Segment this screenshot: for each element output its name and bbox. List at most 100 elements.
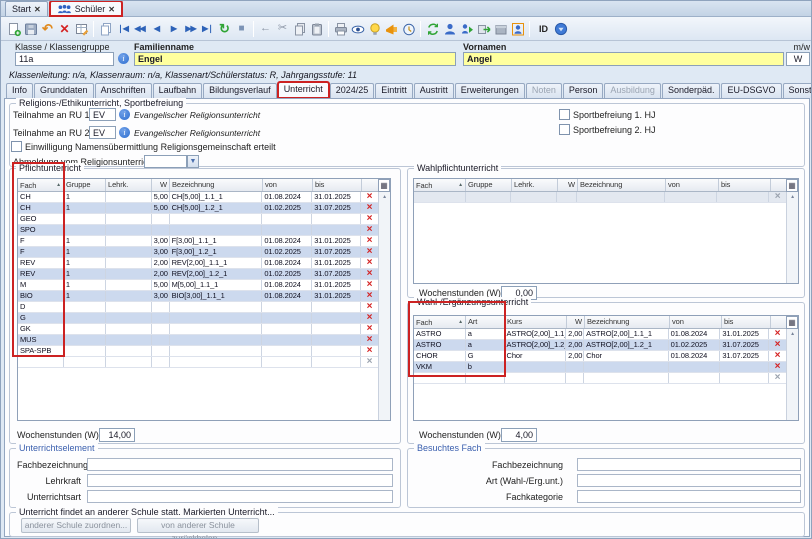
table-cell[interactable]	[64, 324, 106, 334]
tab-info[interactable]: Info	[6, 83, 33, 98]
table-cell[interactable]: CH[5,00]_1.2_1	[170, 203, 263, 213]
table-cell[interactable]: GK	[18, 324, 64, 334]
table-cell[interactable]: 1	[64, 236, 106, 246]
table-row[interactable]: VKMb	[414, 362, 786, 373]
bf-fachbezeichnung-field[interactable]	[577, 458, 801, 471]
table-cell[interactable]	[64, 313, 106, 323]
table-cell[interactable]: REV	[18, 258, 64, 268]
table-row[interactable]: M15,00M[5,00]_1.1_101.08.202431.01.2025	[18, 280, 378, 291]
table-cell[interactable]	[312, 324, 361, 334]
table-cell[interactable]: F	[18, 236, 64, 246]
notify-horn-icon[interactable]	[383, 20, 400, 38]
save-record-icon[interactable]	[22, 20, 39, 38]
table-row[interactable]: CH15,00CH[5,00]_1.1_101.08.202431.01.202…	[18, 192, 378, 203]
column-header-von[interactable]: von	[670, 316, 722, 328]
table-cell[interactable]	[106, 258, 152, 268]
new-record-icon[interactable]	[5, 20, 22, 38]
table-cell[interactable]: 31.01.2025	[312, 280, 361, 290]
table-cell[interactable]	[669, 373, 721, 383]
scroll-up-icon[interactable]	[787, 329, 798, 337]
pflicht-sum-field[interactable]: 14,00	[99, 428, 135, 442]
table-cell[interactable]: 31.01.2025	[720, 329, 769, 339]
table-cell[interactable]: 2,00	[152, 269, 170, 279]
table-cell[interactable]: REV[2,00]_1.1_1	[170, 258, 263, 268]
table-cell[interactable]: 5,00	[152, 203, 170, 213]
table-row[interactable]: ASTROaASTRO[2,00]_1.2_12,00ASTRO[2,00]_1…	[414, 340, 786, 351]
table-cell[interactable]	[720, 373, 769, 383]
column-header-bis[interactable]: bis	[313, 179, 362, 191]
table-cell[interactable]	[18, 357, 64, 367]
table-cell[interactable]: 1	[64, 247, 106, 257]
person-lock-icon[interactable]	[509, 20, 526, 38]
column-header-bezeichnung[interactable]: Bezeichnung	[578, 179, 666, 191]
table-cell[interactable]: 2,00	[566, 340, 584, 350]
table-cell[interactable]: MUS	[18, 335, 64, 345]
table-row[interactable]: CHORGChor2,00Chor01.08.202431.07.2025	[414, 351, 786, 362]
table-cell[interactable]	[106, 214, 152, 224]
column-header-bezeichnung[interactable]: Bezeichnung	[170, 179, 263, 191]
vertical-scrollbar[interactable]	[786, 329, 798, 420]
table-cell[interactable]: 31.01.2025	[312, 236, 361, 246]
ru2-info-icon[interactable]	[119, 127, 130, 138]
hint-bulb-icon[interactable]	[366, 20, 383, 38]
table-cell[interactable]: ASTRO[2,00]_1.2_1	[584, 340, 669, 350]
table-cell[interactable]: F[3,00]_1.2_1	[170, 247, 263, 257]
table-cell[interactable]: 31.01.2025	[312, 291, 361, 301]
delete-row-icon[interactable]	[361, 335, 378, 345]
table-cell[interactable]	[64, 214, 106, 224]
tab-bildungsverlauf[interactable]: Bildungsverlauf	[203, 83, 277, 98]
export-icon[interactable]	[475, 20, 492, 38]
table-cell[interactable]: 1	[64, 291, 106, 301]
table-cell[interactable]	[566, 362, 584, 372]
table-row[interactable]: D	[18, 302, 378, 313]
table-cell[interactable]	[106, 291, 152, 301]
table-cell[interactable]	[669, 362, 721, 372]
table-cell[interactable]: 1	[64, 203, 106, 213]
table-cell[interactable]	[106, 302, 152, 312]
delete-row-icon[interactable]	[361, 346, 378, 356]
nav-prev-icon[interactable]: ◀	[148, 20, 165, 38]
delete-row-icon[interactable]	[361, 291, 378, 301]
tab-erweiterungen[interactable]: Erweiterungen	[455, 83, 525, 98]
table-cell[interactable]	[64, 225, 106, 235]
table-cell[interactable]: 1	[64, 192, 106, 202]
bf-fachkategorie-field[interactable]	[577, 490, 801, 503]
column-header-w[interactable]: W	[567, 316, 585, 328]
table-cell[interactable]	[152, 335, 170, 345]
vertical-scrollbar[interactable]	[786, 192, 798, 283]
table-cell[interactable]: 01.08.2024	[262, 192, 312, 202]
table-cell[interactable]	[584, 373, 669, 383]
column-header-bis[interactable]: bis	[719, 179, 771, 191]
delete-row-icon[interactable]	[361, 357, 378, 367]
table-cell[interactable]: 01.08.2024	[669, 351, 721, 361]
table-cell[interactable]	[152, 313, 170, 323]
andere-schule-zuordnen-button[interactable]: anderer Schule zuordnen...	[21, 518, 131, 533]
table-cell[interactable]	[106, 236, 152, 246]
table-cell[interactable]: a	[466, 329, 505, 339]
column-header-von[interactable]: von	[263, 179, 313, 191]
table-cell[interactable]	[414, 373, 466, 383]
table-cell[interactable]: 3,00	[152, 236, 170, 246]
delete-row-icon[interactable]	[361, 236, 378, 246]
table-cell[interactable]	[312, 357, 361, 367]
table-cell[interactable]: b	[466, 362, 505, 372]
tab-anschriften[interactable]: Anschriften	[95, 83, 152, 98]
bf-art-field[interactable]	[577, 474, 801, 487]
sportbefreiung2-checkbox[interactable]	[559, 124, 570, 135]
table-cell[interactable]: 01.02.2025	[262, 247, 312, 257]
delete-row-icon[interactable]	[361, 203, 378, 213]
table-cell[interactable]	[566, 373, 584, 383]
table-cell[interactable]: 01.08.2024	[262, 236, 312, 246]
history-clock-icon[interactable]	[400, 20, 417, 38]
table-cell[interactable]	[312, 335, 361, 345]
tab-grunddaten[interactable]: Grunddaten	[34, 83, 94, 98]
table-cell[interactable]	[106, 357, 152, 367]
table-cell[interactable]: CH[5,00]_1.1_1	[170, 192, 263, 202]
window-tab-start[interactable]: Start	[5, 1, 48, 16]
table-row[interactable]: F13,00F[3,00]_1.2_101.02.202531.07.2025	[18, 247, 378, 258]
table-cell[interactable]	[106, 225, 152, 235]
fachbezeichnung-field[interactable]	[87, 458, 393, 471]
table-cell[interactable]: 3,00	[152, 291, 170, 301]
delete-row-icon[interactable]	[361, 302, 378, 312]
table-row[interactable]: SPA-SPB	[18, 346, 378, 357]
